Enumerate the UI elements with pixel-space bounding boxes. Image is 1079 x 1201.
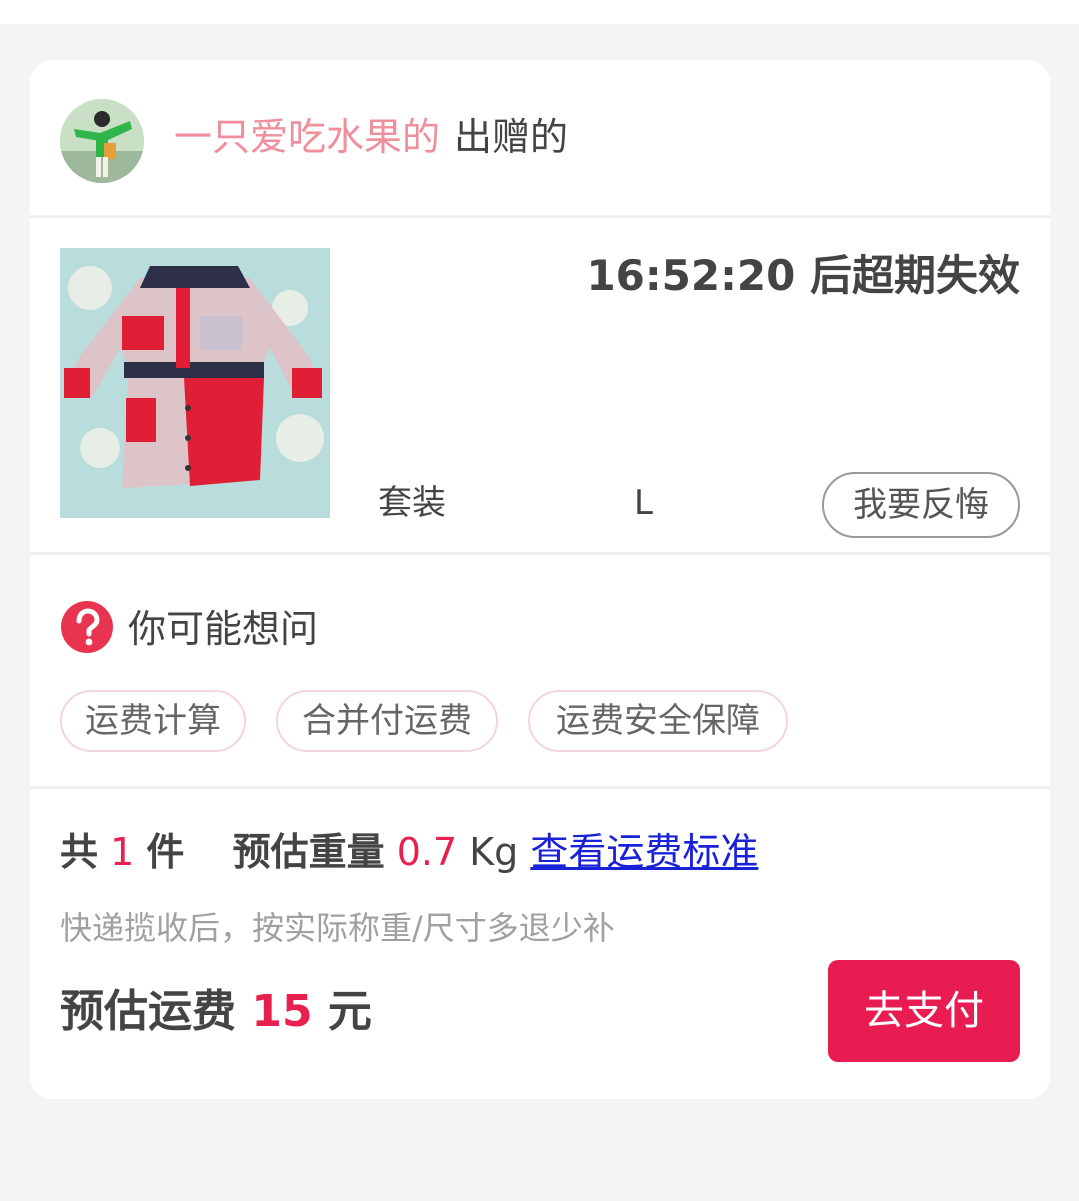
top-strip (0, 0, 1079, 24)
avatar[interactable] (60, 99, 144, 183)
divider (30, 215, 1050, 218)
fee-standard-link[interactable]: 查看运费标准 (530, 830, 758, 874)
faq-tag-shipping-calc[interactable]: 运费计算 (60, 690, 246, 752)
divider (30, 552, 1050, 555)
count-prefix: 共 (60, 830, 99, 874)
item-count: 1 (110, 830, 135, 874)
giver-name[interactable]: 一只爱吃水果的 (174, 115, 440, 159)
product-size: L (634, 483, 653, 523)
faq-title: 你可能想问 (128, 607, 319, 651)
weight-value: 0.7 (396, 830, 458, 874)
product-category: 套装 (378, 483, 446, 523)
pay-button[interactable]: 去支付 (828, 960, 1020, 1062)
order-summary: 共 1 件 预估重量 0.7 Kg 查看运费标准 (60, 826, 758, 878)
faq-tag-shipping-guarantee[interactable]: 运费安全保障 (528, 690, 788, 752)
avatar-image (60, 99, 144, 183)
regret-button[interactable]: 我要反悔 (822, 472, 1020, 538)
fee-label: 预估运费 (60, 986, 236, 1037)
shipping-note: 快递揽收后，按实际称重/尺寸多退少补 (60, 909, 615, 947)
question-icon (61, 601, 113, 653)
giver-header: 一只爱吃水果的 出赠的 (174, 112, 568, 162)
product-image[interactable] (60, 248, 330, 518)
expiry-countdown: 16:52:20 后超期失效 (586, 251, 1020, 300)
fee-unit: 元 (327, 986, 372, 1037)
count-suffix: 件 (146, 830, 185, 874)
weight-label: 预估重量 (232, 830, 385, 874)
faq-tag-combined-shipping[interactable]: 合并付运费 (276, 690, 498, 752)
gift-label: 出赠的 (454, 115, 569, 159)
fee-value: 15 (251, 986, 313, 1037)
gift-order-card: 一只爱吃水果的 出赠的 16:52:20 后超期失效 套装 L 我要反悔 你可能… (30, 60, 1050, 1099)
estimated-fee: 预估运费 15 元 (60, 982, 372, 1042)
weight-unit: Kg (469, 830, 519, 874)
divider (30, 786, 1050, 789)
